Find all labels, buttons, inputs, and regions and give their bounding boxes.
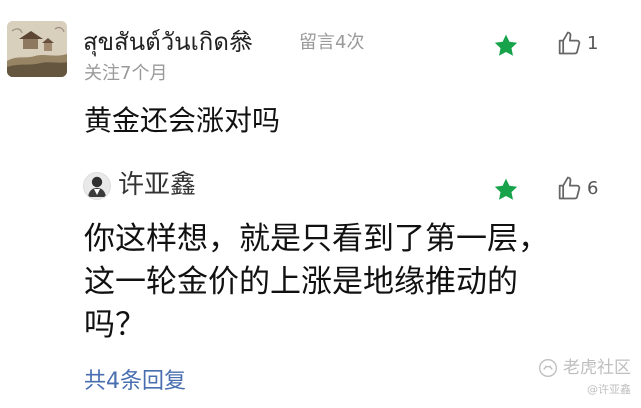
follow-duration: 关注7个月 [84, 63, 168, 84]
comment-like-count: 1 [587, 32, 599, 54]
reply-like-count: 6 [587, 177, 599, 199]
tiger-logo-icon [539, 359, 557, 377]
reply-text-line: 你这样想，就是只看到了第一层， [84, 221, 549, 257]
comment-user-name[interactable]: สุขสันต์วันเกิด叅 [83, 26, 253, 58]
star-icon[interactable] [492, 32, 520, 60]
reply-user-name[interactable]: 许亚鑫 [118, 168, 196, 202]
star-icon[interactable] [492, 176, 520, 204]
view-all-replies-link[interactable]: 共4条回复 [84, 368, 186, 396]
reply-text-line: 这一轮金价的上涨是地缘推动的 [84, 264, 518, 300]
reply-text: 你这样想，就是只看到了第一层， 这一轮金价的上涨是地缘推动的 吗？ [84, 218, 584, 347]
thumbs-up-icon [558, 31, 581, 55]
comment-like-button[interactable]: 1 [555, 29, 598, 57]
watermark: 老虎社区 @许亚鑫 [538, 357, 631, 397]
reply-avatar[interactable] [83, 172, 111, 200]
watermark-brand: 老虎社区 [563, 358, 631, 378]
reply-text-line: 吗？ [84, 307, 146, 343]
comment-text: 黄金还会涨对吗 [84, 104, 281, 137]
reply-like-button[interactable]: 6 [555, 174, 598, 202]
thumbs-up-icon [558, 176, 581, 200]
watermark-user: @许亚鑫 [587, 383, 631, 396]
message-count: 留言4次 [299, 32, 365, 53]
avatar[interactable] [7, 21, 67, 77]
